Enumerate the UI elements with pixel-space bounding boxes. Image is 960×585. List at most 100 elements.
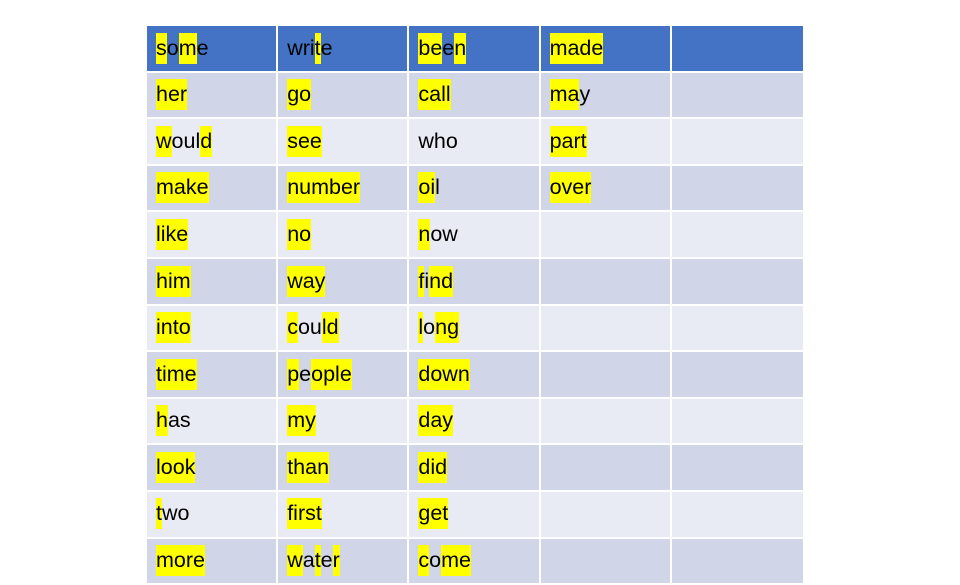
word-cell[interactable]: been: [409, 26, 541, 73]
empty-cell[interactable]: [540, 538, 672, 585]
word-cell[interactable]: her: [147, 72, 279, 120]
highlighted-letters: time: [156, 358, 197, 390]
word-cell[interactable]: see: [278, 119, 410, 166]
word-text: oil: [418, 172, 440, 204]
word-text: go: [287, 79, 312, 111]
highlighted-letters: into: [156, 312, 191, 344]
word-cell[interactable]: now: [409, 212, 541, 259]
word-cell[interactable]: did: [409, 445, 541, 492]
plain-letters: o: [166, 35, 179, 60]
highlighted-letters: w: [287, 545, 303, 577]
empty-cell[interactable]: [671, 445, 803, 492]
empty-cell[interactable]: [671, 119, 803, 166]
word-text: get: [418, 498, 449, 530]
empty-cell[interactable]: [540, 212, 672, 259]
word-cell[interactable]: time: [147, 352, 279, 399]
word-cell[interactable]: over: [540, 165, 672, 213]
highlighted-letters: ca: [418, 79, 442, 111]
table-row: has my day: [147, 398, 803, 446]
word-cell[interactable]: may: [540, 72, 672, 120]
word-cell[interactable]: has: [147, 398, 279, 446]
word-cell[interactable]: oil: [409, 165, 541, 213]
highlighted-letters: part: [549, 125, 587, 157]
highlighted-letters: ng: [435, 312, 460, 344]
word-text: been: [418, 32, 467, 64]
empty-cell[interactable]: [671, 72, 803, 120]
word-cell[interactable]: first: [278, 491, 410, 539]
word-cell[interactable]: come: [409, 538, 541, 585]
word-cell[interactable]: made: [540, 26, 672, 73]
empty-cell[interactable]: [671, 305, 803, 353]
word-cell[interactable]: down: [409, 352, 541, 399]
empty-cell[interactable]: [671, 538, 803, 585]
word-cell[interactable]: go: [278, 72, 410, 120]
plain-letters: wo: [161, 501, 190, 526]
plain-letters: o: [429, 548, 442, 573]
word-cell[interactable]: call: [409, 72, 541, 120]
empty-cell[interactable]: [671, 212, 803, 259]
word-cell[interactable]: long: [409, 305, 541, 353]
word-cell[interactable]: some: [147, 26, 279, 73]
highlighted-letters: ople: [311, 358, 352, 390]
word-text: like: [156, 218, 189, 250]
plain-letters: e: [442, 35, 455, 60]
highlighted-letters: h: [156, 405, 168, 437]
word-cell[interactable]: water: [278, 538, 410, 585]
word-cell[interactable]: day: [409, 398, 541, 446]
word-text: him: [156, 265, 191, 297]
word-text: part: [549, 125, 587, 157]
word-cell[interactable]: people: [278, 352, 410, 399]
plain-letters: who: [418, 128, 458, 153]
word-cell[interactable]: no: [278, 212, 410, 259]
word-text: may: [549, 79, 590, 111]
word-text: into: [156, 312, 191, 344]
empty-cell[interactable]: [671, 26, 803, 73]
word-cell[interactable]: make: [147, 165, 279, 213]
empty-cell[interactable]: [540, 445, 672, 492]
word-cell[interactable]: my: [278, 398, 410, 446]
highlighted-letters: d: [200, 125, 213, 157]
table-row: look than did: [147, 445, 803, 492]
highlighted-letters: s: [156, 32, 167, 64]
word-cell[interactable]: look: [147, 445, 279, 492]
empty-cell[interactable]: [540, 258, 672, 306]
empty-cell[interactable]: [671, 491, 803, 539]
word-text: than: [287, 451, 330, 483]
empty-cell[interactable]: [671, 398, 803, 446]
word-text: who: [418, 128, 458, 153]
word-cell[interactable]: find: [409, 258, 541, 306]
highlighted-letters: oi: [418, 172, 436, 204]
empty-cell[interactable]: [671, 352, 803, 399]
empty-cell[interactable]: [671, 258, 803, 306]
word-cell[interactable]: two: [147, 491, 279, 539]
highlighted-letters: her: [156, 79, 188, 111]
empty-cell[interactable]: [540, 491, 672, 539]
table-row: time people down: [147, 352, 803, 399]
highlighted-letters: w: [156, 125, 172, 157]
word-cell[interactable]: number: [278, 165, 410, 213]
highlighted-letters: ma: [549, 79, 580, 111]
word-cell[interactable]: like: [147, 212, 279, 259]
highlighted-letters: like: [156, 218, 189, 250]
word-cell[interactable]: would: [147, 119, 279, 166]
empty-cell[interactable]: [540, 352, 672, 399]
word-cell[interactable]: write: [278, 26, 410, 73]
plain-letters: l: [435, 175, 440, 200]
empty-cell[interactable]: [540, 305, 672, 353]
word-cell[interactable]: him: [147, 258, 279, 306]
empty-cell[interactable]: [671, 165, 803, 213]
word-text: look: [156, 451, 196, 483]
empty-cell[interactable]: [540, 398, 672, 446]
word-cell[interactable]: way: [278, 258, 410, 306]
plain-letters: a: [302, 548, 315, 573]
word-cell[interactable]: than: [278, 445, 410, 492]
word-text: my: [287, 405, 316, 437]
word-cell[interactable]: more: [147, 538, 279, 585]
word-cell[interactable]: could: [278, 305, 410, 353]
word-cell[interactable]: part: [540, 119, 672, 166]
word-cell[interactable]: who: [409, 119, 541, 166]
word-cell[interactable]: get: [409, 491, 541, 539]
highlighted-letters: nd: [429, 265, 454, 297]
word-cell[interactable]: into: [147, 305, 279, 353]
word-text: now: [418, 218, 458, 250]
